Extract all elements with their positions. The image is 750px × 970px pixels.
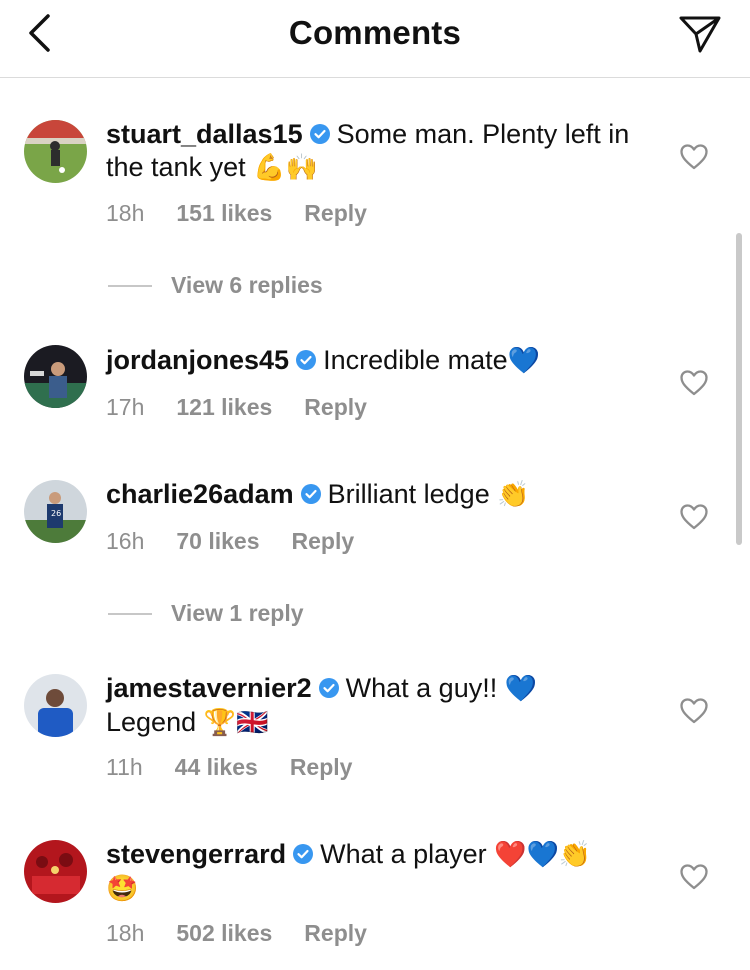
view-replies-button[interactable]: View 1 reply: [108, 600, 304, 627]
likes-count[interactable]: 121 likes: [176, 394, 272, 421]
heart-outline-icon[interactable]: [680, 698, 708, 724]
comment-time: 17h: [106, 394, 145, 420]
svg-text:26: 26: [51, 509, 61, 518]
heart-outline-icon[interactable]: [680, 504, 708, 530]
heart-outline-icon[interactable]: [680, 864, 708, 890]
comment-meta: 18h 502 likes Reply: [106, 920, 367, 947]
comment-text: Incredible mate: [323, 345, 508, 375]
comment-time: 18h: [106, 920, 145, 946]
comment-emoji: ❤️💙👏: [494, 840, 592, 870]
view-replies-label: View 6 replies: [171, 272, 323, 298]
heart-outline-icon[interactable]: [680, 144, 708, 170]
reply-button[interactable]: Reply: [304, 394, 367, 421]
reply-button[interactable]: Reply: [304, 200, 367, 227]
comment-body: stuart_dallas15 Some man. Plenty left in …: [106, 118, 666, 185]
comment-text-line2: Legend: [106, 707, 197, 737]
replies-divider: [108, 284, 152, 287]
comment-meta: 16h 70 likes Reply: [106, 528, 354, 555]
comment-meta: 18h 151 likes Reply: [106, 200, 367, 227]
username[interactable]: jamestavernier2: [106, 673, 312, 703]
username[interactable]: stevengerrard: [106, 839, 286, 869]
comment-time: 11h: [106, 754, 143, 780]
username[interactable]: charlie26adam: [106, 479, 294, 509]
avatar[interactable]: [24, 840, 87, 903]
username[interactable]: stuart_dallas15: [106, 119, 303, 149]
view-replies-label: View 1 reply: [171, 600, 304, 626]
reply-button[interactable]: Reply: [292, 528, 355, 555]
avatar[interactable]: [24, 120, 87, 183]
username[interactable]: jordanjones45: [106, 345, 289, 375]
verified-badge-icon: [293, 844, 314, 864]
comment-text: Brilliant ledge: [327, 479, 490, 509]
comments-header: Comments: [0, 0, 750, 78]
comment-text: What a player: [320, 839, 487, 869]
comment-body: stevengerrard What a player ❤️💙👏 🤩: [106, 838, 666, 906]
reply-button[interactable]: Reply: [304, 920, 367, 947]
comment-time: 18h: [106, 200, 145, 226]
verified-badge-icon: [309, 124, 330, 144]
comment-emoji: 💙: [504, 674, 538, 704]
comment-body: jamestavernier2 What a guy!! 💙 Legend 🏆🇬🇧: [106, 672, 666, 740]
likes-count[interactable]: 502 likes: [176, 920, 272, 947]
replies-divider: [108, 612, 152, 615]
likes-count[interactable]: 151 likes: [176, 200, 272, 227]
reply-button[interactable]: Reply: [290, 754, 353, 781]
scrollbar[interactable]: [736, 233, 742, 545]
comment-emoji-line2: 🏆🇬🇧: [203, 708, 269, 738]
likes-count[interactable]: 70 likes: [176, 528, 259, 555]
view-replies-button[interactable]: View 6 replies: [108, 272, 323, 299]
avatar[interactable]: [24, 345, 87, 408]
verified-badge-icon: [318, 678, 339, 698]
comment-body: charlie26adam Brilliant ledge 👏: [106, 478, 666, 512]
comment-emoji: 👏: [497, 480, 530, 510]
comment-emoji: 💪🙌: [253, 153, 318, 183]
comment-meta: 17h 121 likes Reply: [106, 394, 367, 421]
verified-badge-icon: [300, 484, 321, 504]
comment-emoji-line2: 🤩: [106, 874, 139, 904]
avatar[interactable]: 26: [24, 480, 87, 543]
comment-text: What a guy!!: [345, 673, 498, 703]
avatar[interactable]: [24, 674, 87, 737]
comment-body: jordanjones45 Incredible mate💙: [106, 344, 666, 378]
comment-time: 16h: [106, 528, 145, 554]
share-button[interactable]: [676, 12, 724, 56]
comment-emoji: 💙: [507, 346, 541, 376]
likes-count[interactable]: 44 likes: [175, 754, 258, 781]
page-title: Comments: [288, 14, 462, 51]
heart-outline-icon[interactable]: [680, 370, 708, 396]
paper-plane-icon: [679, 16, 721, 53]
comment-meta: 11h 44 likes Reply: [106, 754, 352, 781]
verified-badge-icon: [296, 350, 317, 370]
